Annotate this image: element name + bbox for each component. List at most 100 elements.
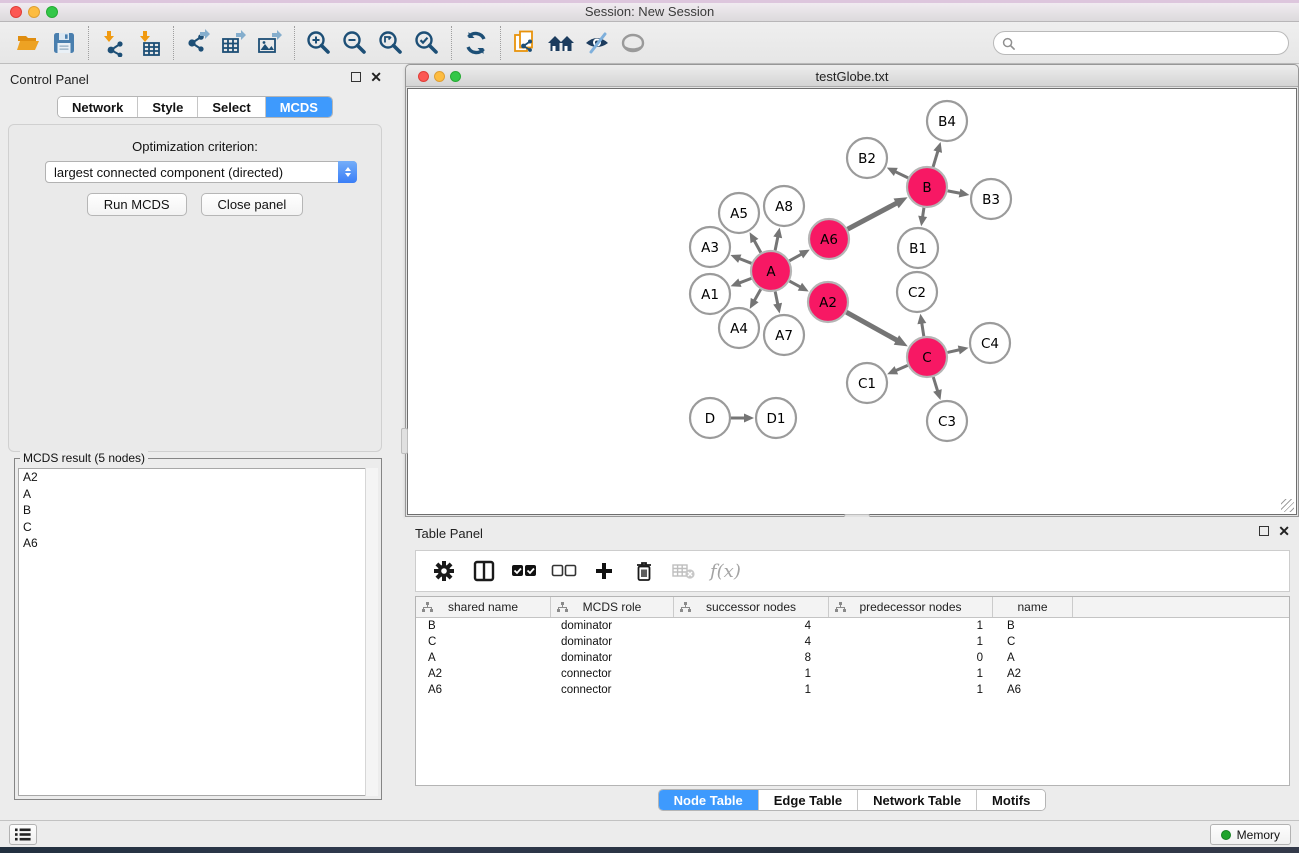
graph-edge-arrowhead xyxy=(918,216,927,227)
mcds-result-item[interactable]: B xyxy=(19,502,377,519)
eye-icon[interactable] xyxy=(615,25,651,61)
tab-network-table[interactable]: Network Table xyxy=(858,790,977,810)
graph-node-label: A xyxy=(766,264,776,280)
table-row[interactable]: Bdominator41B xyxy=(416,618,1289,634)
graph-edge[interactable] xyxy=(894,171,908,178)
network-view-window: testGlobe.txt B4B2BB3A5A8A6B1A3AC2A1A2A4… xyxy=(405,64,1299,517)
delete-column-trash-icon[interactable] xyxy=(624,553,664,589)
toggle-column-panel-icon[interactable] xyxy=(464,553,504,589)
search-icon xyxy=(1002,37,1015,50)
panel-splitter-handle[interactable] xyxy=(401,428,408,454)
zoom-selected-icon[interactable] xyxy=(409,25,445,61)
mcds-result-item[interactable]: C xyxy=(19,519,377,536)
graph-edge[interactable] xyxy=(846,312,898,341)
mcds-result-list[interactable]: A2ABCA6 xyxy=(18,468,378,796)
network-window-titlebar[interactable]: testGlobe.txt xyxy=(406,65,1298,87)
tab-network[interactable]: Network xyxy=(58,97,138,117)
hide-graphics-details-icon[interactable] xyxy=(579,25,615,61)
new-network-from-selection-icon[interactable] xyxy=(507,25,543,61)
open-session-icon[interactable] xyxy=(10,25,46,61)
graph-node-label: A1 xyxy=(701,287,719,303)
mcds-result-scrollbar[interactable] xyxy=(365,468,378,796)
column-header-predecessor-nodes[interactable]: predecessor nodes xyxy=(829,597,993,617)
tab-motifs[interactable]: Motifs xyxy=(977,790,1045,810)
table-row[interactable]: A6connector11A6 xyxy=(416,682,1289,698)
import-table-icon[interactable] xyxy=(131,25,167,61)
graph-node-label: B1 xyxy=(909,241,927,257)
delete-table-icon[interactable] xyxy=(664,553,704,589)
zoom-out-icon[interactable] xyxy=(337,25,373,61)
apply-layout-icon[interactable] xyxy=(458,25,494,61)
select-all-rows-icon[interactable] xyxy=(504,553,544,589)
close-panel-icon[interactable]: ✕ xyxy=(370,72,382,82)
graph-edge[interactable] xyxy=(922,322,924,337)
column-header-successor-nodes[interactable]: successor nodes xyxy=(674,597,829,617)
graph-node-label: C4 xyxy=(981,336,999,352)
graph-edge[interactable] xyxy=(789,281,801,288)
search-input[interactable] xyxy=(1020,36,1288,50)
tab-mcds[interactable]: MCDS xyxy=(266,97,332,117)
column-header-name[interactable]: name xyxy=(993,597,1073,617)
graph-edge[interactable] xyxy=(775,292,778,306)
function-builder-icon[interactable]: f(x) xyxy=(710,561,741,582)
graph-edge[interactable] xyxy=(895,365,908,371)
column-header-shared-name[interactable]: shared name xyxy=(416,597,551,617)
graph-node-label: A5 xyxy=(730,206,748,222)
table-cell: 1 xyxy=(829,636,993,648)
tab-edge-table[interactable]: Edge Table xyxy=(759,790,858,810)
node-table[interactable]: shared nameMCDS rolesuccessor nodesprede… xyxy=(415,596,1290,786)
window-resize-grip[interactable] xyxy=(1281,499,1294,512)
graph-edge[interactable] xyxy=(947,350,960,353)
export-network-icon[interactable] xyxy=(180,25,216,61)
close-table-panel-icon[interactable]: ✕ xyxy=(1278,526,1290,536)
tab-select[interactable]: Select xyxy=(198,97,265,117)
graph-edge[interactable] xyxy=(933,377,938,392)
graph-edge[interactable] xyxy=(933,150,938,167)
mcds-result-item[interactable]: A6 xyxy=(19,535,377,552)
save-session-icon[interactable] xyxy=(46,25,82,61)
graph-edge[interactable] xyxy=(754,289,761,302)
create-column-icon[interactable] xyxy=(584,553,624,589)
graph-edge[interactable] xyxy=(948,191,962,194)
graph-edge[interactable] xyxy=(738,278,751,283)
memory-label: Memory xyxy=(1237,828,1280,842)
table-row[interactable]: Cdominator41C xyxy=(416,634,1289,650)
import-network-icon[interactable] xyxy=(95,25,131,61)
mcds-result-title: MCDS result (5 nodes) xyxy=(20,451,148,465)
memory-button[interactable]: Memory xyxy=(1210,824,1291,845)
export-image-icon[interactable] xyxy=(252,25,288,61)
network-canvas[interactable]: B4B2BB3A5A8A6B1A3AC2A1A2A4A7C4CC1DD1C3 xyxy=(407,88,1297,515)
column-header-MCDS-role[interactable]: MCDS role xyxy=(551,597,674,617)
graph-edge[interactable] xyxy=(775,235,778,250)
run-mcds-button[interactable]: Run MCDS xyxy=(87,193,187,216)
table-cell: A xyxy=(993,652,1073,664)
optimization-criterion-select[interactable]: largest connected component (directed) xyxy=(45,161,357,183)
table-cell: A6 xyxy=(993,684,1073,696)
zoom-fit-icon[interactable] xyxy=(373,25,409,61)
table-panel: Table Panel ✕ f(x) shared nameMCDS roles… xyxy=(405,517,1299,820)
tab-node-table[interactable]: Node Table xyxy=(659,790,759,810)
search-field[interactable] xyxy=(993,31,1289,55)
task-history-button[interactable] xyxy=(9,824,37,845)
table-cell: 0 xyxy=(829,652,993,664)
graph-edge[interactable] xyxy=(848,202,898,229)
graph-edge[interactable] xyxy=(738,258,752,263)
mcds-result-item[interactable]: A xyxy=(19,486,377,503)
mcds-result-item[interactable]: A2 xyxy=(19,469,377,486)
table-row[interactable]: Adominator80A xyxy=(416,650,1289,666)
graph-edge[interactable] xyxy=(789,253,802,260)
float-panel-icon[interactable] xyxy=(351,72,361,82)
table-cell: 1 xyxy=(674,684,829,696)
table-row[interactable]: A2connector11A2 xyxy=(416,666,1289,682)
float-table-panel-icon[interactable] xyxy=(1259,526,1269,536)
deselect-all-rows-icon[interactable] xyxy=(544,553,584,589)
show-all-networks-icon[interactable] xyxy=(543,25,579,61)
close-panel-button[interactable]: Close panel xyxy=(201,193,304,216)
graph-edge[interactable] xyxy=(753,239,760,252)
table-cell: dominator xyxy=(551,636,674,648)
tab-style[interactable]: Style xyxy=(138,97,198,117)
table-settings-gear-icon[interactable] xyxy=(424,553,464,589)
export-table-icon[interactable] xyxy=(216,25,252,61)
graph-edge-arrowhead xyxy=(933,142,942,153)
zoom-in-icon[interactable] xyxy=(301,25,337,61)
